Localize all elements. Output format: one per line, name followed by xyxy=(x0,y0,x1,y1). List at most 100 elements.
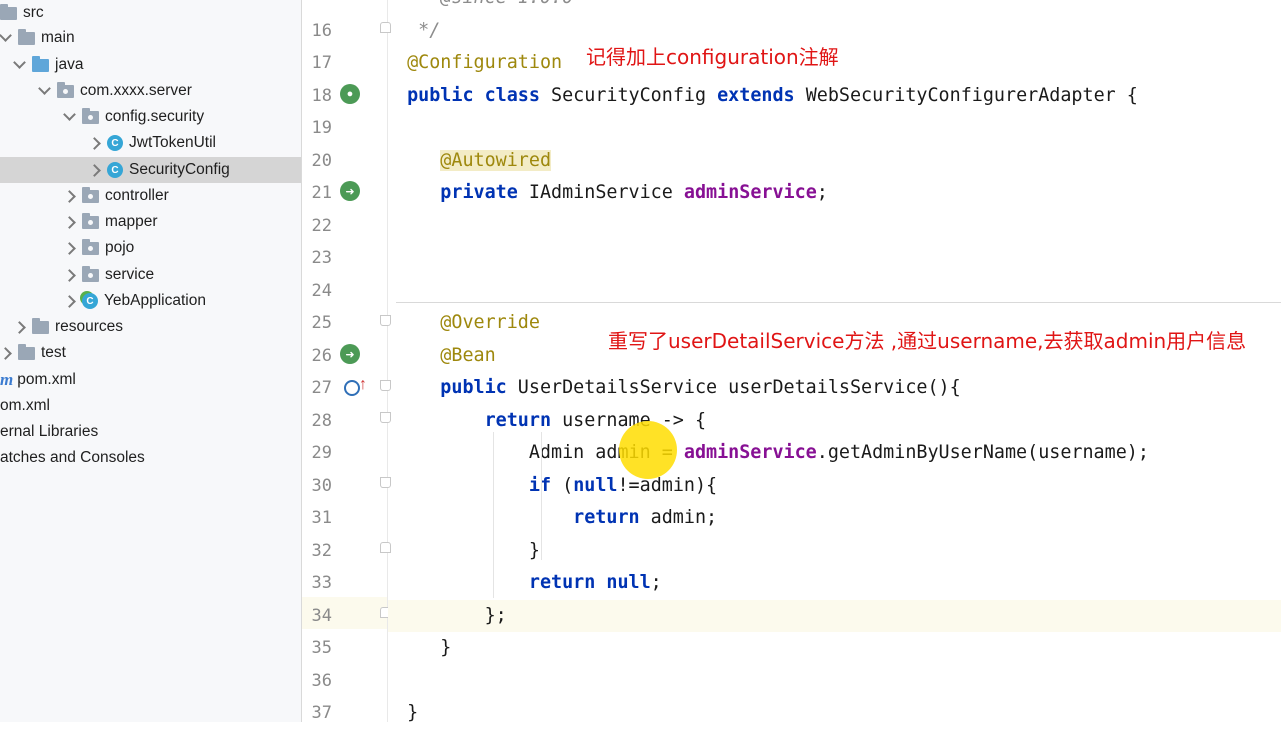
annotation-note-configuration: 记得加上configuration注解 xyxy=(586,45,839,69)
line-number: 20 xyxy=(311,151,332,171)
line-number: 34 xyxy=(311,606,332,626)
package-icon xyxy=(82,107,99,124)
line-number: 33 xyxy=(311,573,332,593)
chevron-right-icon[interactable] xyxy=(14,314,24,340)
line-number: 36 xyxy=(311,671,332,691)
folder-icon xyxy=(0,3,17,20)
tree-item-resources[interactable]: resources xyxy=(0,314,301,340)
line-number: 19 xyxy=(311,118,332,138)
editor-gutter: 16 17 18 19 20 21 22 23 24 25 26 27 28 29 30 31 32 33 34 35… xyxy=(302,0,391,723)
chevron-right-icon[interactable] xyxy=(64,288,74,314)
line-number: 23 xyxy=(311,248,332,268)
line-number: 24 xyxy=(311,281,332,301)
chevron-down-icon[interactable] xyxy=(14,52,24,78)
tree-item-java[interactable]: java xyxy=(0,52,301,78)
chevron-down-icon[interactable] xyxy=(39,78,49,104)
chevron-right-icon[interactable] xyxy=(89,157,99,183)
mouse-cursor-highlight xyxy=(619,421,677,479)
override-method-icon[interactable] xyxy=(344,376,367,396)
code-line-34[interactable]: }; xyxy=(388,600,1281,632)
class-icon: C xyxy=(107,162,123,178)
tree-item-main[interactable]: main xyxy=(0,25,301,51)
tree-item-label: resources xyxy=(55,318,124,335)
tree-item-label: main xyxy=(41,29,75,46)
folder-icon xyxy=(18,28,35,45)
code-line-32[interactable]: } xyxy=(388,535,1281,567)
line-number: 28 xyxy=(311,411,332,431)
line-number: 37 xyxy=(311,703,332,723)
tree-item-pojo[interactable]: pojo xyxy=(0,235,301,261)
indent-guide xyxy=(541,432,542,560)
indent-guide xyxy=(493,432,494,598)
tree-item-com-xxxx-server[interactable]: com.xxxx.server xyxy=(0,78,301,104)
code-line-33[interactable]: return null; xyxy=(388,567,1281,599)
code-line-21[interactable]: private IAdminService adminService; xyxy=(388,177,1281,209)
chevron-right-icon[interactable] xyxy=(89,130,99,156)
code-line-37[interactable]: } xyxy=(388,697,1281,729)
package-icon xyxy=(82,238,99,255)
code-line-28[interactable]: return username -> { xyxy=(388,405,1281,437)
code-line-31[interactable]: return admin; xyxy=(388,502,1281,534)
package-icon xyxy=(57,81,74,98)
code-line-16[interactable]: * @since 1.0.0 xyxy=(388,0,1281,14)
code-line-19[interactable] xyxy=(388,112,1281,144)
line-number: 21 xyxy=(311,183,332,203)
bean-method-icon[interactable]: ➜ xyxy=(340,344,360,364)
class-icon: C xyxy=(107,135,123,151)
tree-item-controller[interactable]: controller xyxy=(0,183,301,209)
line-number: 25 xyxy=(311,313,332,333)
chevron-right-icon[interactable] xyxy=(64,235,74,261)
code-line-35[interactable]: } xyxy=(388,632,1281,664)
tree-item-label: SecurityConfig xyxy=(129,161,230,178)
tree-item-test[interactable]: test xyxy=(0,340,301,366)
tree-item-label: config.security xyxy=(105,108,205,125)
line-number: 16 xyxy=(311,21,332,41)
tree-item-label: test xyxy=(41,344,66,361)
tree-item-label: ernal Libraries xyxy=(0,423,99,440)
tree-item-jwttokenutil[interactable]: C JwtTokenUtil xyxy=(0,130,301,156)
code-line-18[interactable]: public class SecurityConfig extends WebS… xyxy=(388,80,1281,112)
package-icon xyxy=(82,212,99,229)
code-line-24[interactable] xyxy=(388,275,1281,307)
tree-item-atches-and-consoles[interactable]: atches and Consoles xyxy=(0,445,301,471)
code-line-36[interactable] xyxy=(388,665,1281,697)
tree-item-ernal-libraries[interactable]: ernal Libraries xyxy=(0,419,301,445)
code-line-27[interactable]: public UserDetailsService userDetailsSer… xyxy=(388,372,1281,404)
tree-item-mapper[interactable]: mapper xyxy=(0,209,301,235)
chevron-down-icon[interactable] xyxy=(0,25,10,51)
tree-item-label: service xyxy=(105,266,155,283)
project-tree[interactable]: src main java com.xxxx.server config.securit… xyxy=(0,0,302,722)
tree-item-label: JwtTokenUtil xyxy=(129,134,216,151)
tree-item-label: src xyxy=(23,4,44,21)
tree-item-yebapplication[interactable]: C YebApplication xyxy=(0,288,301,314)
tree-item-pom-xml[interactable]: m pom.xml xyxy=(0,367,301,393)
chevron-right-icon[interactable] xyxy=(64,262,74,288)
code-line-29[interactable]: Admin admin = adminService.getAdminByUse… xyxy=(388,437,1281,469)
chevron-right-icon[interactable] xyxy=(64,183,74,209)
code-editor[interactable]: * @since 1.0.0 */ @Configuration public … xyxy=(388,0,1281,723)
maven-icon: m xyxy=(0,370,14,389)
chevron-right-icon[interactable] xyxy=(64,209,74,235)
code-line-20[interactable]: @Autowired xyxy=(388,145,1281,177)
line-number: 35 xyxy=(311,638,332,658)
code-line-30[interactable]: if (null!=admin){ xyxy=(388,470,1281,502)
line-number: 18 xyxy=(311,86,332,106)
spring-bean-icon[interactable]: ● xyxy=(340,84,360,104)
line-number: 32 xyxy=(311,541,332,561)
tree-item-om-xml[interactable]: om.xml xyxy=(0,393,301,419)
package-icon xyxy=(82,265,99,282)
tree-item-label: pom.xml xyxy=(17,371,76,388)
line-number: 26 xyxy=(311,346,332,366)
code-line-23[interactable] xyxy=(388,242,1281,274)
chevron-down-icon[interactable] xyxy=(64,104,74,130)
folder-icon xyxy=(32,317,49,334)
code-line-22[interactable] xyxy=(388,210,1281,242)
tree-item-label: atches and Consoles xyxy=(0,449,145,466)
tree-item-service[interactable]: service xyxy=(0,262,301,288)
line-number: 17 xyxy=(311,53,332,73)
tree-item-securityconfig[interactable]: C SecurityConfig xyxy=(0,157,301,183)
autowired-bean-icon[interactable]: ➜ xyxy=(340,181,360,201)
tree-item-config-security[interactable]: config.security xyxy=(0,104,301,130)
tree-item-src[interactable]: src xyxy=(0,0,301,26)
chevron-right-icon[interactable] xyxy=(0,340,10,366)
